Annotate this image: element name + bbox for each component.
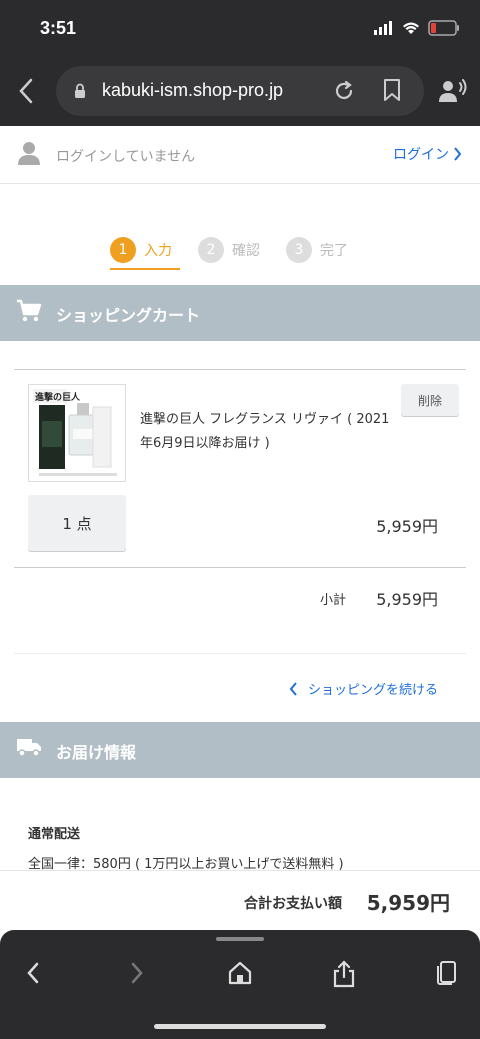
voice-reader-icon[interactable] xyxy=(438,78,468,104)
status-bar: 3:51 xyxy=(0,0,480,58)
grab-handle[interactable] xyxy=(216,937,264,941)
divider xyxy=(14,369,466,370)
login-status-text: ログインしていません xyxy=(56,149,196,165)
login-status-bar: ログインしていません ログイン xyxy=(0,126,480,184)
user-icon xyxy=(18,142,40,165)
item-price: 5,959円 xyxy=(376,517,438,536)
delivery-section-title: お届け情報 xyxy=(56,743,137,762)
bookmark-icon[interactable] xyxy=(382,78,402,102)
subtotal-label: 小計 xyxy=(320,593,347,608)
continue-shopping-label: ショッピングを続ける xyxy=(307,683,438,698)
product-image: 進撃の巨人 xyxy=(29,385,125,481)
step-number: 2 xyxy=(198,237,224,263)
status-icons xyxy=(374,20,460,36)
lock-icon xyxy=(75,83,85,98)
total-label: 合計お支払い額 xyxy=(244,896,342,912)
subtotal-value: 5,959円 xyxy=(376,590,438,609)
step-label: 確認 xyxy=(232,243,260,259)
cart-section-title: ショッピングカート xyxy=(56,306,201,325)
delete-button[interactable]: 削除 xyxy=(401,384,459,416)
back-icon[interactable] xyxy=(24,960,42,986)
home-icon[interactable] xyxy=(228,960,252,986)
chevron-right-icon xyxy=(454,147,462,161)
total-value: 5,959円 xyxy=(366,891,450,915)
login-link[interactable]: ログイン xyxy=(393,144,462,164)
step-complete: 3 完了 xyxy=(286,232,348,268)
step-confirm: 2 確認 xyxy=(198,232,260,268)
signal-icon xyxy=(374,21,392,35)
forward-icon[interactable] xyxy=(128,960,146,986)
truck-icon xyxy=(17,739,41,757)
url-field[interactable]: kabuki-ism.shop-pro.jp xyxy=(56,66,424,116)
divider xyxy=(14,653,466,654)
divider xyxy=(14,567,466,568)
step-label: 完了 xyxy=(320,243,348,259)
quantity-selector[interactable]: 1 点 xyxy=(28,495,126,551)
tabs-icon[interactable] xyxy=(434,960,460,986)
login-link-label: ログイン xyxy=(393,147,449,163)
reload-icon[interactable] xyxy=(332,79,356,103)
back-chevron-icon[interactable] xyxy=(18,78,34,104)
step-label: 入力 xyxy=(144,243,172,259)
continue-shopping-link[interactable]: ショッピングを続ける xyxy=(289,679,438,698)
cart-section-header: ショッピングカート xyxy=(0,285,480,341)
battery-icon xyxy=(428,20,459,36)
url-text: kabuki-ism.shop-pro.jp xyxy=(102,80,284,100)
product-name[interactable]: 進撃の巨人 フレグランス リヴァイ ( 2021年6月9日以降お届け ) xyxy=(140,408,400,456)
cart-icon xyxy=(17,299,42,322)
step-number: 3 xyxy=(286,237,312,263)
home-indicator xyxy=(154,1024,326,1029)
status-time: 3:51 xyxy=(40,18,77,38)
product-thumbnail[interactable]: 進撃の巨人 xyxy=(28,384,126,482)
browser-toolbar xyxy=(0,930,480,1039)
chevron-left-icon xyxy=(289,681,297,696)
delivery-section-header: お届け情報 xyxy=(0,722,480,778)
browser-address-bar: kabuki-ism.shop-pro.jp xyxy=(0,58,480,126)
shipping-method: 通常配送 xyxy=(28,827,81,842)
thumb-logo-text: 進撃の巨人 xyxy=(35,391,81,403)
step-input: 1 入力 xyxy=(110,232,180,270)
share-icon[interactable] xyxy=(332,960,356,988)
wifi-icon xyxy=(403,22,419,34)
checkout-steps: 1 入力 2 確認 3 完了 xyxy=(110,232,348,270)
total-bar: 合計お支払い額 5,959円 xyxy=(0,870,480,932)
step-number: 1 xyxy=(110,237,136,263)
